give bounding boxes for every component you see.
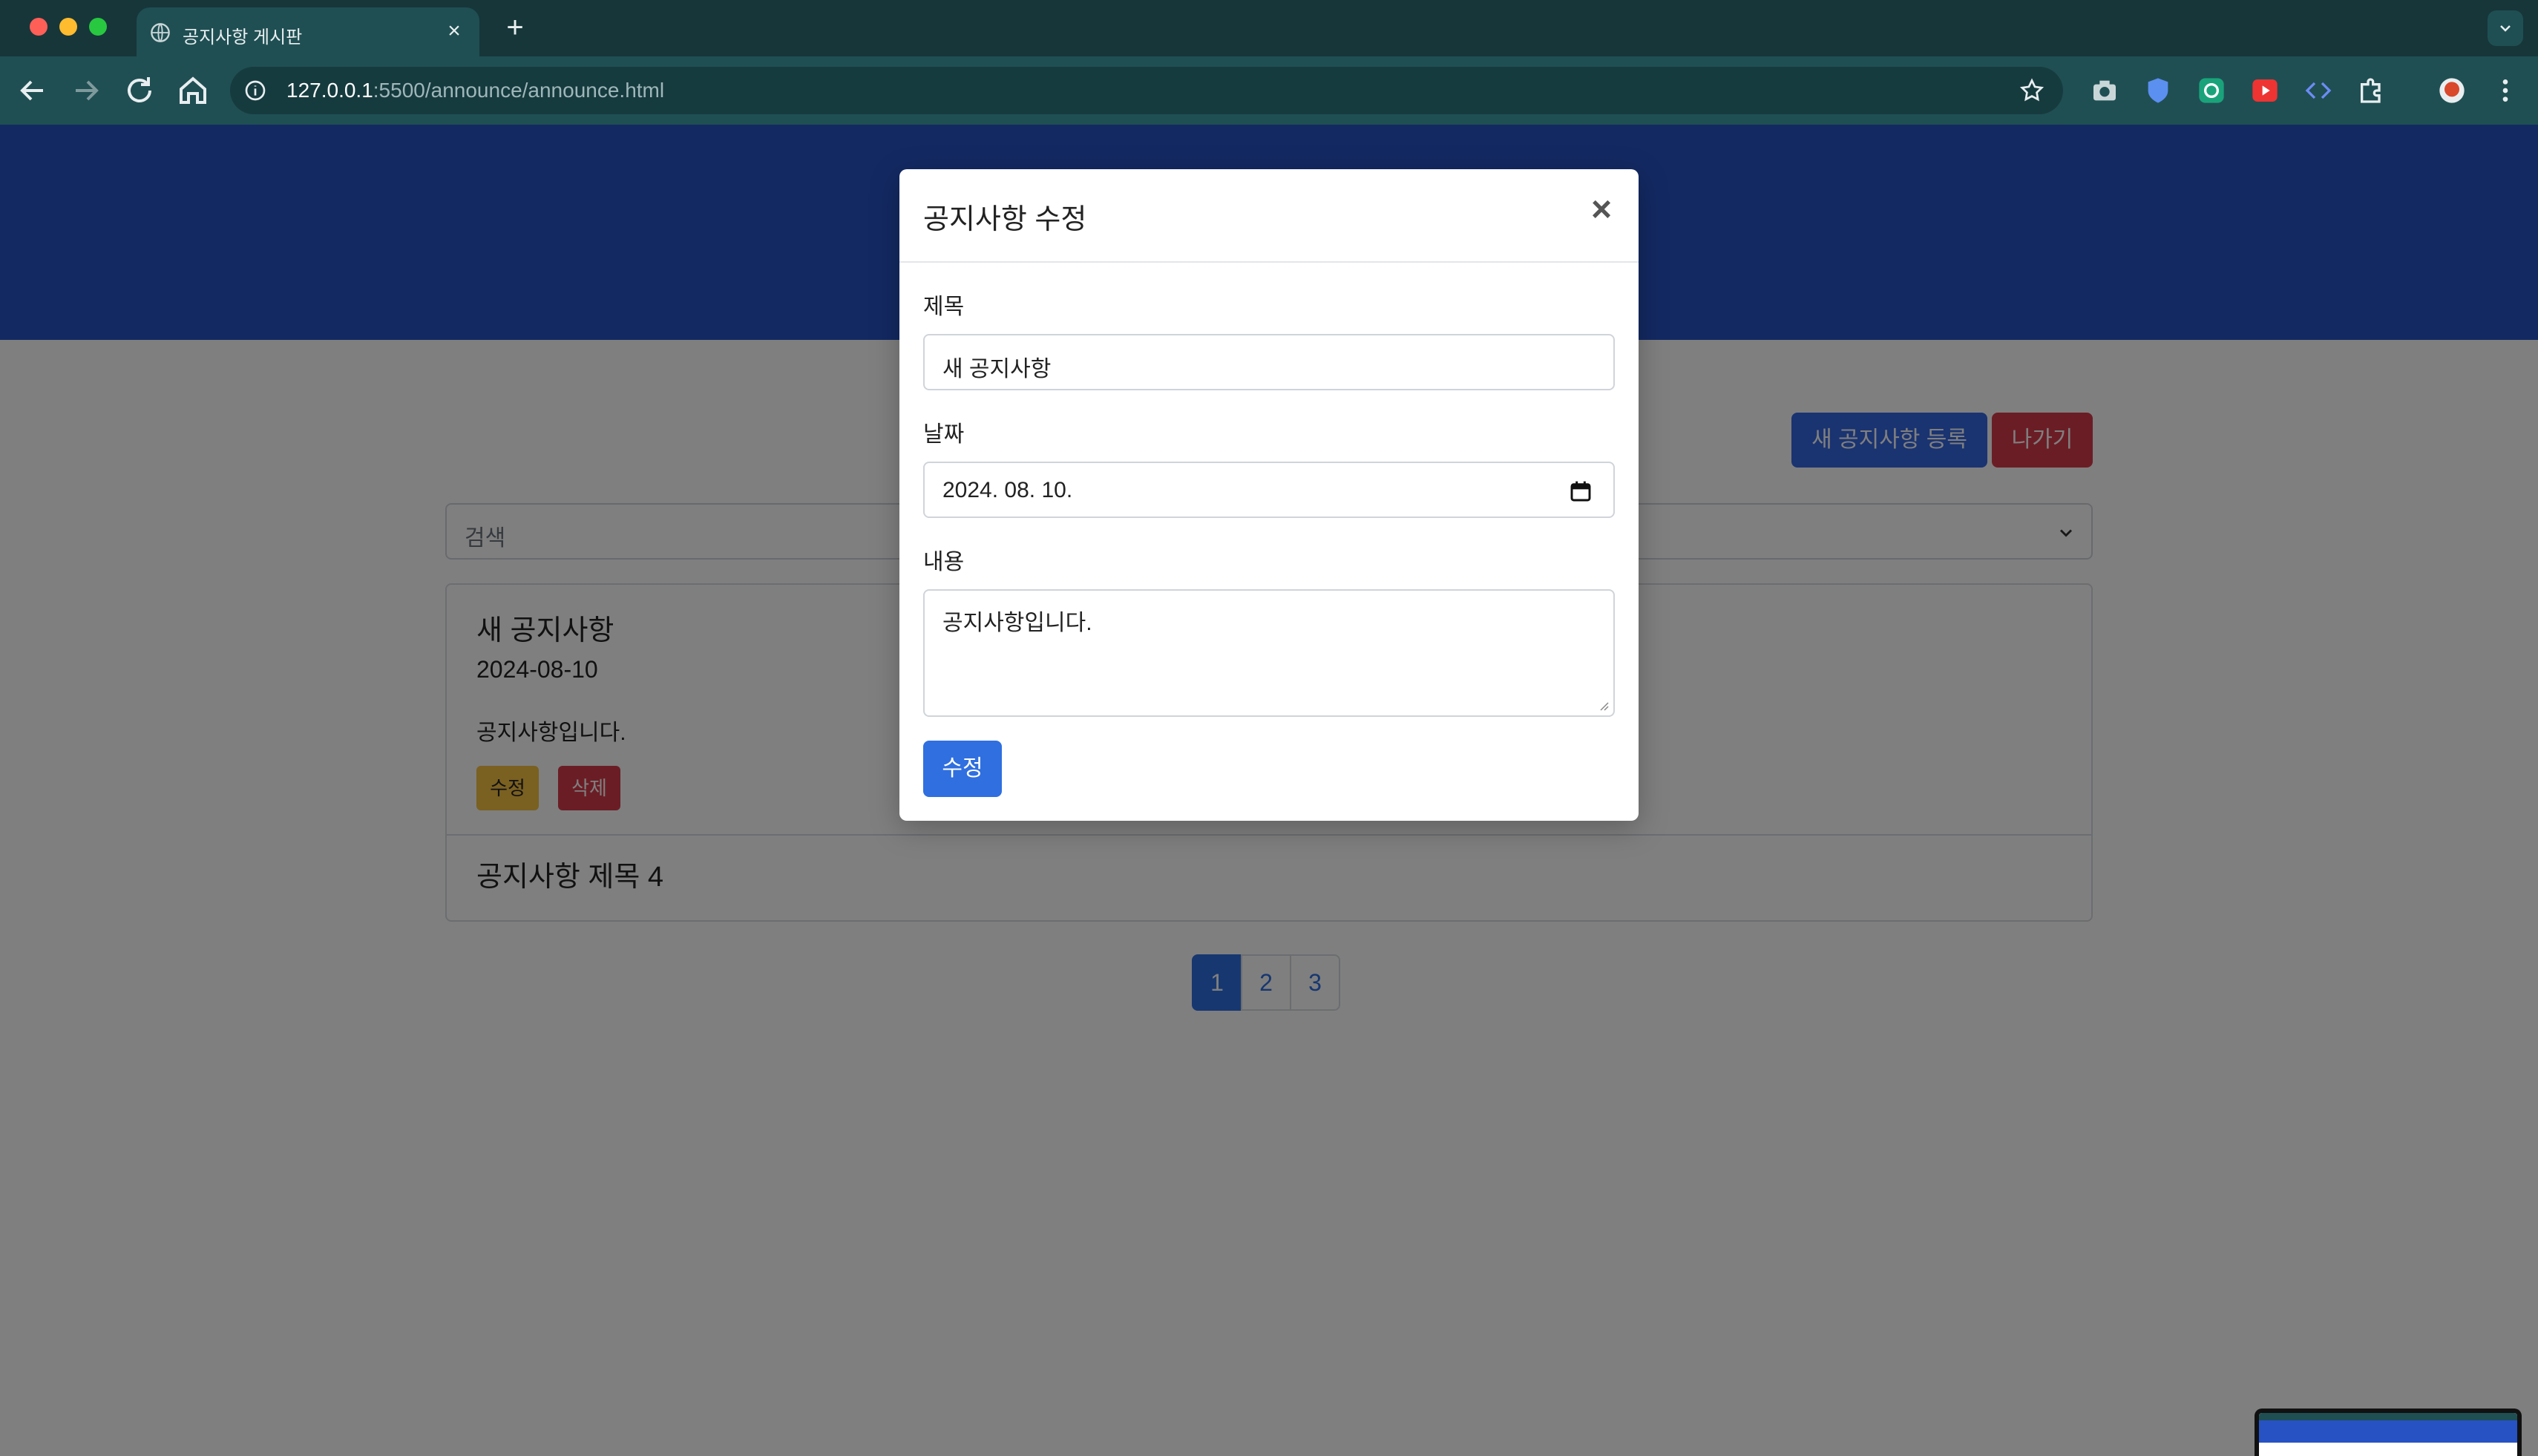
browser-tab-active[interactable]: 공지사항 게시판 × [137, 7, 479, 56]
content-label: 내용 [923, 550, 965, 574]
title-input-value: 새 공지사항 [942, 357, 1052, 381]
youtube-extension-icon[interactable] [2250, 76, 2280, 105]
content-textarea[interactable]: 공지사항입니다. [923, 589, 1615, 717]
forward-arrow-icon[interactable] [68, 73, 104, 108]
screenshot-thumbnail[interactable] [2255, 1409, 2522, 1456]
modal-title: 공지사항 수정 [923, 204, 1087, 235]
close-icon[interactable]: × [1584, 192, 1619, 229]
code-extension-icon[interactable] [2303, 76, 2333, 105]
chevron-down-icon [2500, 25, 2511, 32]
shield-extension-icon[interactable] [2143, 76, 2173, 105]
puzzle-extensions-icon[interactable] [2357, 76, 2387, 105]
chatgpt-extension-icon[interactable] [2197, 76, 2226, 105]
browser-toolbar: 127.0.0.1:5500/announce/announce.html [0, 56, 2538, 125]
globe-icon [151, 23, 170, 42]
content-textarea-value: 공지사항입니다. [942, 611, 1092, 635]
date-input-value: 2024. 08. 10. [942, 478, 1073, 502]
tab-title: 공지사항 게시판 [183, 27, 303, 47]
modal-header: 공지사항 수정 × [899, 169, 1639, 263]
close-window-button[interactable] [30, 18, 47, 36]
back-arrow-icon[interactable] [15, 73, 50, 108]
reload-icon[interactable] [122, 73, 157, 108]
tab-close-icon[interactable]: × [441, 18, 468, 45]
minimize-window-button[interactable] [59, 18, 77, 36]
date-label: 날짜 [923, 422, 965, 447]
url-path: :5500/announce/announce.html [373, 79, 665, 102]
resize-grip-icon[interactable] [1597, 699, 1609, 711]
new-tab-button[interactable]: + [497, 10, 533, 46]
url-host: 127.0.0.1 [286, 79, 373, 102]
bookmark-star-icon[interactable] [2019, 77, 2045, 104]
more-menu-icon[interactable] [2491, 76, 2520, 105]
address-bar[interactable]: 127.0.0.1:5500/announce/announce.html [230, 67, 2063, 114]
tab-search-button[interactable] [2488, 10, 2523, 46]
edit-notice-modal: 공지사항 수정 × 제목 새 공지사항 날짜 2024. 08. 10. 내용 … [899, 169, 1639, 821]
title-label: 제목 [923, 295, 965, 319]
title-input[interactable]: 새 공지사항 [923, 334, 1615, 390]
profile-avatar-icon[interactable] [2437, 76, 2467, 105]
submit-edit-button[interactable]: 수정 [923, 741, 1002, 797]
thumbnail-header [2259, 1420, 2517, 1443]
thumbnail-toolbar [2259, 1413, 2517, 1420]
date-input[interactable]: 2024. 08. 10. [923, 462, 1615, 518]
camera-extension-icon[interactable] [2090, 76, 2119, 105]
maximize-window-button[interactable] [89, 18, 107, 36]
url-text: 127.0.0.1:5500/announce/announce.html [286, 79, 664, 102]
browser-tab-bar: 공지사항 게시판 × + [0, 0, 2538, 56]
site-info-icon[interactable] [243, 79, 267, 102]
calendar-icon[interactable] [1569, 479, 1593, 503]
home-icon[interactable] [175, 73, 211, 108]
